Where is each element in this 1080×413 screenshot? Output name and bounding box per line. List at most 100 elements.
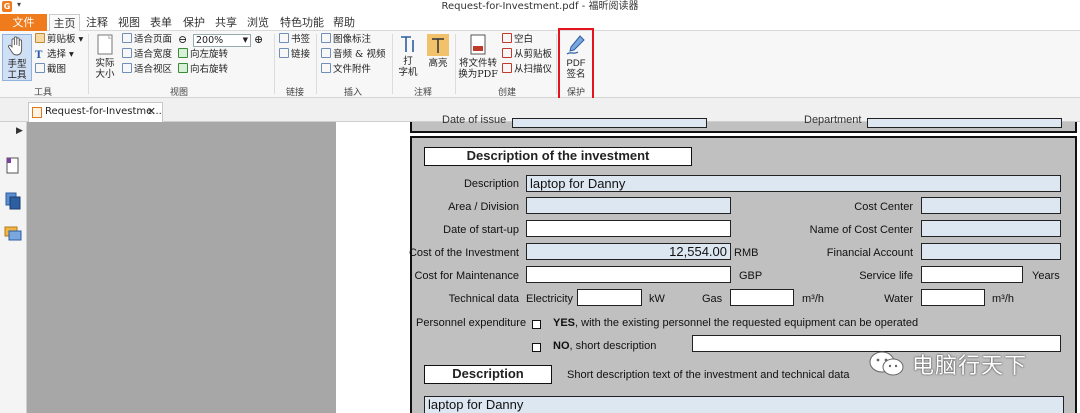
water-label: Water bbox=[884, 293, 913, 305]
tab-file[interactable]: 文件 bbox=[0, 14, 47, 31]
group-label-tools: 工具 bbox=[33, 88, 52, 98]
screenshot-button[interactable]: 截图 bbox=[35, 63, 66, 77]
area-division-field[interactable] bbox=[526, 197, 731, 214]
bookmark-button[interactable]: 书签 bbox=[279, 33, 310, 47]
highlight-button[interactable]: 高亮 bbox=[425, 34, 451, 69]
from-scanner-label: 从扫描仪 bbox=[514, 64, 553, 75]
image-icon bbox=[321, 33, 331, 43]
gas-label: Gas bbox=[702, 293, 723, 305]
tab-share[interactable]: 共享 bbox=[213, 14, 239, 31]
file-attachment-button[interactable]: 文件附件 bbox=[321, 63, 371, 77]
hand-tool-button[interactable]: 手型 工具 bbox=[2, 34, 32, 81]
convert-to-pdf-button[interactable]: 将文件转 换为PDF bbox=[458, 34, 498, 80]
zoom-select[interactable]: 200% ▼ bbox=[193, 34, 251, 47]
from-scanner-button[interactable]: 从扫描仪 bbox=[502, 63, 552, 77]
select-button[interactable]: T 选择 ▾ bbox=[35, 48, 74, 62]
actual-size-button[interactable]: 实际 大小 bbox=[91, 34, 119, 80]
no-checkbox[interactable] bbox=[532, 343, 541, 352]
close-icon[interactable]: ✕ bbox=[147, 103, 156, 121]
tab-comment[interactable]: 注释 bbox=[84, 14, 110, 31]
document-tab[interactable]: Request-for-Investme... ✕ bbox=[28, 102, 163, 122]
cost-center-name-label: Name of Cost Center bbox=[809, 224, 913, 236]
clipboard-icon bbox=[35, 33, 45, 43]
select-text-icon: T bbox=[35, 50, 43, 61]
yes-bold-label: YES bbox=[553, 317, 576, 329]
typewriter-button[interactable]: 打 字机 bbox=[395, 34, 421, 78]
link-button[interactable]: 链接 bbox=[279, 48, 310, 62]
electricity-field[interactable] bbox=[577, 289, 642, 306]
expand-panel-icon[interactable]: ▶ bbox=[16, 126, 23, 136]
cost-investment-label: Cost of the Investment bbox=[408, 247, 519, 259]
layers-icon[interactable] bbox=[5, 192, 21, 210]
rotate-right-icon bbox=[178, 63, 188, 73]
page-thumbnail-icon[interactable] bbox=[5, 157, 21, 175]
ribbon-separator bbox=[316, 34, 317, 94]
from-clipboard-button[interactable]: 从剪贴板 bbox=[502, 48, 552, 62]
tab-home[interactable]: 主页 bbox=[49, 14, 80, 32]
rotate-left-button[interactable]: 向左旋转 bbox=[178, 48, 228, 62]
date-start-up-field[interactable] bbox=[526, 220, 731, 237]
yes-checkbox[interactable] bbox=[532, 320, 541, 329]
fit-visible-label: 适合视区 bbox=[134, 64, 173, 75]
media-icon bbox=[321, 48, 331, 58]
group-label-view: 视图 bbox=[169, 88, 188, 98]
title-bar: G ▾ Request-for-Investment.pdf - 福昕阅读器 bbox=[0, 0, 1080, 14]
comments-icon[interactable] bbox=[4, 226, 22, 242]
zoom-in-button[interactable]: ⊕ bbox=[254, 33, 263, 47]
zoom-dropdown-icon[interactable]: ▼ bbox=[243, 35, 248, 46]
cost-center-field[interactable] bbox=[921, 197, 1061, 214]
ribbon-separator bbox=[88, 34, 89, 94]
hand-tool-label-1: 手型 bbox=[7, 59, 27, 70]
hand-icon bbox=[8, 36, 23, 56]
convert-label-1: 将文件转 bbox=[458, 58, 497, 69]
no-option-text: NO, short description bbox=[553, 340, 656, 352]
description-hint: Short description text of the investment… bbox=[567, 369, 850, 381]
fit-page-button[interactable]: 适合页面 bbox=[122, 33, 172, 47]
link-label: 链接 bbox=[291, 49, 311, 60]
water-field[interactable] bbox=[921, 289, 985, 306]
department-field[interactable] bbox=[867, 118, 1062, 128]
gas-field[interactable] bbox=[730, 289, 794, 306]
highlight-label: 高亮 bbox=[428, 58, 448, 69]
service-life-field[interactable] bbox=[921, 266, 1023, 283]
fit-width-button[interactable]: 适合宽度 bbox=[122, 48, 172, 62]
ribbon-separator bbox=[274, 34, 275, 94]
cost-maintenance-unit: GBP bbox=[739, 270, 763, 282]
file-attachment-label: 文件附件 bbox=[333, 64, 372, 75]
tab-help[interactable]: 帮助 bbox=[331, 14, 357, 31]
financial-account-field[interactable] bbox=[921, 243, 1061, 260]
cost-investment-field[interactable]: 12,554.00 bbox=[526, 243, 731, 260]
attachment-icon bbox=[321, 63, 331, 73]
group-label-links: 链接 bbox=[285, 88, 304, 98]
gas-unit: m³/h bbox=[802, 293, 824, 305]
date-of-issue-field[interactable] bbox=[512, 118, 707, 128]
tab-browse[interactable]: 浏览 bbox=[245, 14, 271, 31]
clipboard-pdf-icon bbox=[502, 48, 512, 58]
cost-maintenance-field[interactable] bbox=[526, 266, 731, 283]
fit-visible-button[interactable]: 适合视区 bbox=[122, 63, 172, 77]
date-of-issue-label: Date of issue bbox=[442, 114, 507, 126]
fit-width-icon bbox=[122, 48, 132, 58]
tab-view[interactable]: 视图 bbox=[116, 14, 142, 31]
tab-protect[interactable]: 保护 bbox=[181, 14, 207, 31]
blank-button[interactable]: 空白 bbox=[502, 33, 533, 47]
typewriter-label-1: 打 bbox=[403, 56, 413, 67]
clipboard-button[interactable]: 剪贴板 ▾ bbox=[35, 33, 83, 47]
yes-description: , with the existing personnel the reques… bbox=[575, 317, 919, 329]
description-field[interactable]: laptop for Danny bbox=[526, 175, 1061, 192]
rotate-right-button[interactable]: 向右旋转 bbox=[178, 63, 228, 77]
convert-to-pdf-icon bbox=[470, 34, 486, 55]
tab-features[interactable]: 特色功能 bbox=[277, 14, 327, 31]
bookmark-label: 书签 bbox=[291, 34, 311, 45]
group-label-insert: 插入 bbox=[343, 88, 362, 98]
tab-form[interactable]: 表单 bbox=[148, 14, 174, 31]
cost-center-label: Cost Center bbox=[854, 201, 913, 213]
zoom-out-button[interactable]: ⊖ bbox=[178, 33, 187, 47]
image-annotation-button[interactable]: 图像标注 bbox=[321, 33, 371, 47]
description-label: Description bbox=[463, 178, 519, 190]
audio-video-button[interactable]: 音频 & 视频 bbox=[321, 48, 386, 62]
blank-page-icon bbox=[502, 33, 512, 43]
section-title-description-investment: Description of the investment bbox=[424, 147, 692, 166]
cost-center-name-field[interactable] bbox=[921, 220, 1061, 237]
investment-description-textarea[interactable]: laptop for Danny bbox=[424, 396, 1064, 413]
